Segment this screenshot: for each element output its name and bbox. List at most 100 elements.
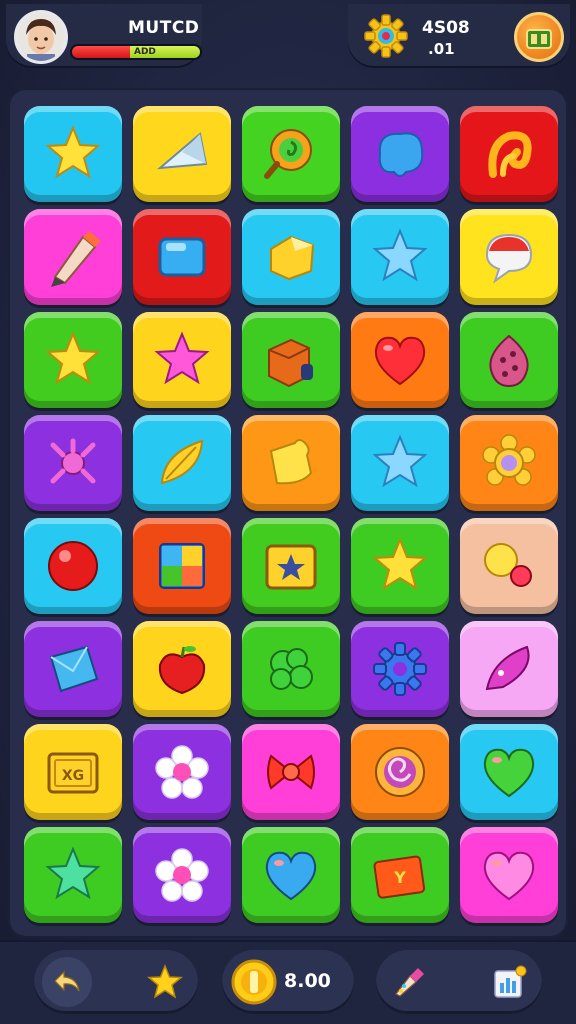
crystal-icon xyxy=(156,132,208,170)
board-tile[interactable] xyxy=(460,415,558,511)
board-tile[interactable] xyxy=(24,209,122,305)
stats-button[interactable] xyxy=(484,957,534,1007)
star-cube-icon xyxy=(270,235,315,281)
undo-arrow-icon xyxy=(54,970,80,992)
flower-icon xyxy=(155,848,209,902)
board-tile[interactable] xyxy=(242,518,340,614)
board-tile[interactable] xyxy=(133,209,231,305)
star-icon xyxy=(45,846,101,900)
heart-icon xyxy=(483,851,535,901)
leaf-icon xyxy=(160,439,204,485)
board-tile[interactable] xyxy=(24,106,122,202)
board-tile[interactable] xyxy=(242,724,340,820)
board-tile[interactable] xyxy=(460,312,558,408)
game-board: XG Y xyxy=(8,88,568,938)
egg-icon xyxy=(489,334,529,388)
player-avatar[interactable] xyxy=(14,10,68,64)
board-tile[interactable] xyxy=(242,209,340,305)
diamond-icon xyxy=(49,645,99,693)
board-tile[interactable] xyxy=(460,827,558,923)
stats-chart-icon xyxy=(494,965,527,998)
coin-pill[interactable]: 8.00 xyxy=(222,950,354,1014)
board-tile[interactable] xyxy=(460,724,558,820)
svg-text:XG: XG xyxy=(62,768,84,784)
spider-icon xyxy=(50,438,96,484)
board-tile[interactable] xyxy=(351,312,449,408)
box-icon xyxy=(268,338,313,388)
board-tile[interactable] xyxy=(133,621,231,717)
puzzle-icon xyxy=(269,439,313,485)
board-tile[interactable] xyxy=(133,415,231,511)
board-tile[interactable] xyxy=(460,106,558,202)
treasure-chest-icon xyxy=(526,29,552,49)
heart-icon xyxy=(483,748,535,798)
health-bar: ADD xyxy=(70,44,202,60)
flower-ring-icon xyxy=(482,434,536,486)
star-icon xyxy=(45,125,101,179)
heart-icon xyxy=(374,336,426,386)
coin-icon xyxy=(231,959,277,1005)
swirl-ring-icon xyxy=(264,129,312,179)
card-icon: Y xyxy=(373,855,426,899)
game-screen: MUTCD ADD 4S08 .01 XG Y 8.00 xyxy=(0,0,576,1024)
score-subvalue: .01 xyxy=(428,40,455,58)
board-tile[interactable] xyxy=(460,518,558,614)
blob-icon xyxy=(378,132,424,177)
star-icon xyxy=(372,228,428,282)
gear-icon xyxy=(373,642,427,696)
right-actions-pill xyxy=(376,950,542,1014)
board-tile[interactable] xyxy=(133,106,231,202)
star-icon xyxy=(45,331,101,385)
paint-button[interactable] xyxy=(384,957,434,1007)
spiral-icon xyxy=(375,747,425,797)
board-tile[interactable] xyxy=(242,312,340,408)
pencil-icon xyxy=(51,231,101,287)
bow-icon xyxy=(267,754,315,790)
board-tile[interactable] xyxy=(24,415,122,511)
score-panel: 4S08 .01 xyxy=(348,4,570,68)
svg-text:Y: Y xyxy=(393,868,406,887)
board-tile[interactable] xyxy=(351,518,449,614)
bubbles-icon xyxy=(484,543,532,587)
board-tile[interactable] xyxy=(351,415,449,511)
chat-bubble-icon xyxy=(485,233,533,284)
apple-icon xyxy=(158,646,206,695)
window-icon xyxy=(159,543,205,589)
board-tile[interactable] xyxy=(460,621,558,717)
board-tile[interactable] xyxy=(242,106,340,202)
tentacle-icon xyxy=(488,131,532,178)
board-tile[interactable] xyxy=(351,724,449,820)
board-tile[interactable] xyxy=(133,724,231,820)
crate-icon: XG xyxy=(47,752,99,794)
ball-icon xyxy=(48,541,98,591)
star-icon xyxy=(372,537,428,591)
board-tile[interactable] xyxy=(24,312,122,408)
paint-brush-icon xyxy=(395,968,424,997)
board-tile[interactable] xyxy=(24,827,122,923)
board-tile[interactable] xyxy=(242,827,340,923)
gear-badge-icon xyxy=(364,14,408,58)
board-tile[interactable]: Y xyxy=(351,827,449,923)
board-tile[interactable]: XG xyxy=(24,724,122,820)
treasure-chest-button[interactable] xyxy=(514,12,564,62)
board-tile[interactable] xyxy=(133,827,231,923)
board-tile[interactable] xyxy=(133,312,231,408)
board-tile[interactable] xyxy=(460,209,558,305)
health-bar-label: ADD xyxy=(134,47,156,57)
board-tile[interactable] xyxy=(351,209,449,305)
board-tile[interactable] xyxy=(24,621,122,717)
flower-icon xyxy=(155,745,209,799)
score-value: 4S08 xyxy=(422,18,470,38)
board-tile[interactable] xyxy=(351,621,449,717)
board-tile[interactable] xyxy=(242,415,340,511)
undo-button[interactable] xyxy=(42,957,92,1007)
star-booster-button[interactable] xyxy=(140,957,190,1007)
board-tile[interactable] xyxy=(24,518,122,614)
board-tile[interactable] xyxy=(133,518,231,614)
star-icon xyxy=(147,964,183,999)
left-actions-pill xyxy=(34,950,198,1014)
star-icon xyxy=(154,331,210,385)
board-tile[interactable] xyxy=(242,621,340,717)
board-tile[interactable] xyxy=(351,106,449,202)
player-name: MUTCD xyxy=(128,18,200,38)
